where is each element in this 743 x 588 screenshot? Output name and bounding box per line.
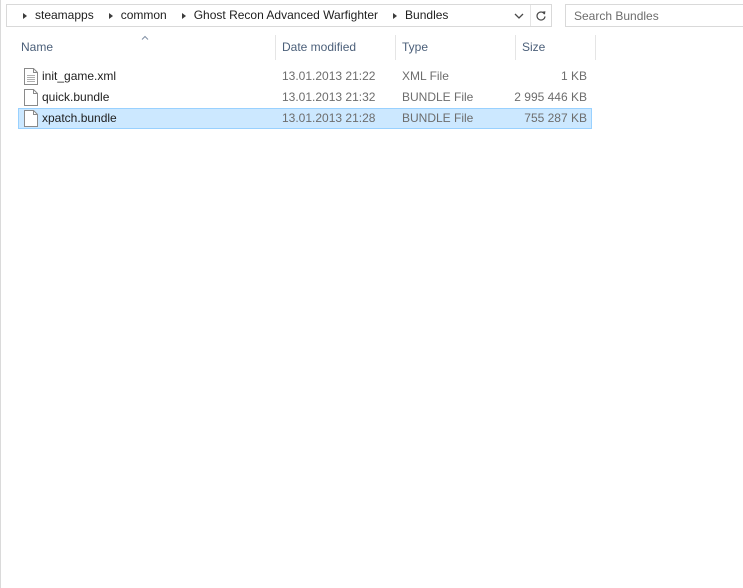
breadcrumb-chevron-icon[interactable]: [108, 12, 113, 19]
file-size: 755 287 KB: [524, 111, 587, 125]
file-icon: [24, 89, 38, 106]
file-name: quick.bundle: [42, 90, 110, 104]
file-size: 2 995 446 KB: [514, 90, 587, 104]
search-box[interactable]: [565, 4, 743, 27]
refresh-button[interactable]: [531, 5, 551, 26]
explorer-window: steamapps common Ghost Recon Advanced Wa…: [0, 0, 743, 588]
file-row-selected[interactable]: xpatch.bundle 13.01.2013 21:28 BUNDLE Fi…: [18, 108, 592, 129]
file-name: xpatch.bundle: [42, 111, 117, 125]
chevron-down-icon: [514, 13, 524, 19]
refresh-icon: [536, 10, 546, 21]
breadcrumb: steamapps common Ghost Recon Advanced Wa…: [7, 5, 448, 26]
address-history-dropdown-button[interactable]: [510, 5, 528, 26]
breadcrumb-chevron-icon[interactable]: [393, 12, 398, 19]
breadcrumb-segment-bundles[interactable]: Bundles: [405, 5, 448, 26]
file-type: BUNDLE File: [402, 111, 474, 125]
column-header-row: Name Date modified Type Size: [1, 35, 743, 60]
column-header-type[interactable]: Type: [396, 35, 515, 60]
breadcrumb-segment-steamapps[interactable]: steamapps: [35, 5, 94, 26]
breadcrumb-chevron-icon[interactable]: [23, 12, 27, 19]
file-row[interactable]: quick.bundle 13.01.2013 21:32 BUNDLE Fil…: [18, 87, 592, 108]
file-name: init_game.xml: [42, 69, 117, 83]
breadcrumb-segment-common[interactable]: common: [121, 5, 167, 26]
file-date-modified: 13.01.2013 21:32: [282, 90, 376, 104]
column-header-name[interactable]: Name: [15, 35, 275, 60]
search-input[interactable]: [566, 5, 736, 26]
column-header-size[interactable]: Size: [516, 35, 595, 60]
file-type: BUNDLE File: [402, 90, 474, 104]
file-icon: [24, 110, 38, 127]
address-bar[interactable]: steamapps common Ghost Recon Advanced Wa…: [6, 4, 552, 27]
file-row[interactable]: init_game.xml 13.01.2013 21:22 XML File …: [18, 66, 592, 87]
column-header-date-modified[interactable]: Date modified: [276, 35, 395, 60]
file-date-modified: 13.01.2013 21:28: [282, 111, 376, 125]
file-size: 1 KB: [560, 69, 587, 83]
xml-file-icon: [24, 68, 38, 85]
column-divider[interactable]: [595, 35, 596, 60]
breadcrumb-segment-game[interactable]: Ghost Recon Advanced Warfighter: [194, 5, 378, 26]
breadcrumb-chevron-icon[interactable]: [181, 12, 186, 19]
file-date-modified: 13.01.2013 21:22: [282, 69, 376, 83]
file-type: XML File: [402, 69, 449, 83]
